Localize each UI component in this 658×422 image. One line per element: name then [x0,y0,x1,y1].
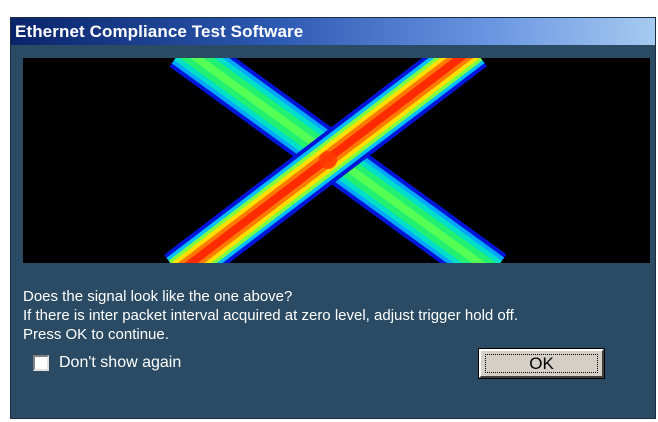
message-text: Does the signal look like the one above?… [23,287,653,344]
eye-diagram-image [23,58,650,263]
ok-button-label: OK [529,353,554,373]
dialog-window: Ethernet Compliance Test Software Does t… [10,17,656,419]
message-line-1: Does the signal look like the one above? [23,288,293,305]
dont-show-again-checkbox[interactable] [33,355,49,371]
title-bar[interactable]: Ethernet Compliance Test Software [11,18,655,45]
eye-crossing-point [319,151,337,169]
dont-show-again-label[interactable]: Don't show again [59,354,181,372]
window-title: Ethernet Compliance Test Software [15,21,304,41]
message-line-2: If there is inter packet interval acquir… [23,307,518,324]
message-line-3: Press OK to continue. [23,326,169,343]
ok-button[interactable]: OK [478,348,605,379]
dont-show-again-option[interactable]: Don't show again [33,354,181,372]
